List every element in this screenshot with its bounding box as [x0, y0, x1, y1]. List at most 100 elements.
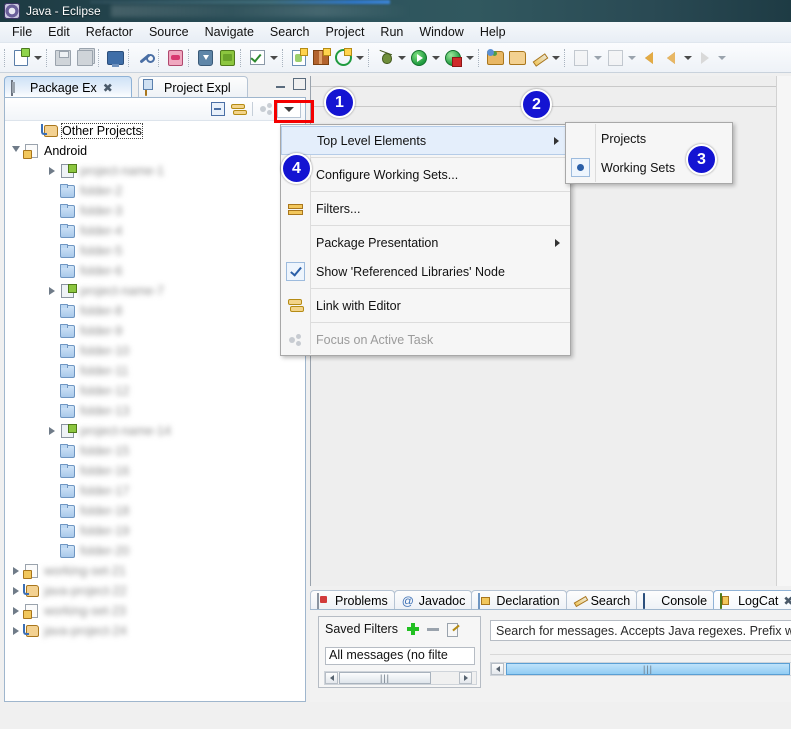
menu-item-filters[interactable]: Filters... [281, 194, 570, 223]
expand-arrow-icon[interactable] [9, 584, 23, 598]
tree-item[interactable]: project-name-14 [5, 421, 305, 441]
open-console-icon[interactable] [104, 46, 126, 70]
search-dropdown-icon[interactable] [550, 46, 562, 70]
menu-item-window[interactable]: Window [411, 23, 471, 41]
menu-item-run[interactable]: Run [372, 23, 411, 41]
tree-item[interactable]: folder-15 [5, 441, 305, 461]
add-filter-icon[interactable] [406, 622, 420, 636]
expand-arrow-icon[interactable] [9, 624, 23, 638]
tree-item[interactable]: folder-8 [5, 301, 305, 321]
annotation-icon[interactable] [570, 46, 592, 70]
run-dropdown-icon[interactable] [430, 46, 442, 70]
expand-arrow-icon[interactable] [45, 424, 59, 438]
back-history-icon[interactable] [660, 46, 682, 70]
close-icon[interactable]: ✖ [783, 594, 791, 608]
tree-item[interactable]: folder-19 [5, 521, 305, 541]
android-avd-manager-icon[interactable] [194, 46, 216, 70]
expand-arrow-icon[interactable] [9, 604, 23, 618]
tree-item[interactable]: folder-5 [5, 241, 305, 261]
tree-item[interactable]: working-set-21 [5, 561, 305, 581]
tree-item[interactable]: java-project-24 [5, 621, 305, 641]
tab-problems[interactable]: Problems [310, 590, 395, 610]
tab-console[interactable]: Console [636, 590, 715, 610]
tree-item[interactable]: folder-20 [5, 541, 305, 561]
open-type-icon[interactable] [484, 46, 506, 70]
maximize-icon[interactable] [293, 78, 306, 90]
android-sdk-manager-icon[interactable] [164, 46, 186, 70]
edit-filter-icon[interactable] [446, 622, 460, 637]
menu-item-package-presentation[interactable]: Package Presentation [281, 228, 570, 257]
tree-item[interactable]: working-set-23 [5, 601, 305, 621]
next-annotation-icon[interactable] [604, 46, 626, 70]
menu-item-top-level-elements[interactable]: Top Level Elements [281, 126, 570, 155]
tree-item[interactable]: Android [5, 141, 305, 161]
menu-item-search[interactable]: Search [262, 23, 318, 41]
menu-item-project[interactable]: Project [318, 23, 373, 41]
back-icon[interactable] [638, 46, 660, 70]
new-file-dropdown-icon[interactable] [32, 46, 44, 70]
run-checked-icon[interactable] [246, 46, 268, 70]
save-all-icon[interactable] [74, 46, 96, 70]
android-device-icon[interactable] [216, 46, 238, 70]
expand-arrow-icon[interactable] [45, 164, 59, 178]
tree-item[interactable]: folder-16 [5, 461, 305, 481]
new-java-package-icon[interactable] [310, 46, 332, 70]
menu-item-help[interactable]: Help [472, 23, 514, 41]
scroll-left-arrow-icon[interactable] [325, 672, 338, 684]
tree-item[interactable]: project-name-1 [5, 161, 305, 181]
open-folder-icon[interactable] [506, 46, 528, 70]
tree-item[interactable]: Other Projects [5, 121, 305, 141]
debug-dropdown-icon[interactable] [396, 46, 408, 70]
tab-search[interactable]: Search [565, 590, 638, 610]
menu-item-source[interactable]: Source [141, 23, 197, 41]
menu-item-edit[interactable]: Edit [40, 23, 78, 41]
tree-item[interactable]: folder-10 [5, 341, 305, 361]
run-icon[interactable] [408, 46, 430, 70]
link-with-editor-icon[interactable] [228, 100, 248, 118]
back-dropdown-icon[interactable] [682, 46, 694, 70]
run-checked-dropdown-icon[interactable] [268, 46, 280, 70]
scroll-right-arrow-icon[interactable] [459, 672, 472, 684]
tree-item[interactable]: folder-9 [5, 321, 305, 341]
tree-item[interactable]: folder-18 [5, 501, 305, 521]
logcat-search-input[interactable]: Search for messages. Accepts Java regexe… [490, 620, 791, 641]
tree-item[interactable]: folder-3 [5, 201, 305, 221]
tree-item[interactable]: folder-11 [5, 361, 305, 381]
expand-arrow-icon[interactable] [45, 284, 59, 298]
menu-item-refactor[interactable]: Refactor [78, 23, 141, 41]
run-target-dropdown-icon[interactable] [354, 46, 366, 70]
minimize-icon[interactable] [274, 78, 287, 90]
annotation-dropdown-icon[interactable] [592, 46, 604, 70]
menu-item-file[interactable]: File [4, 23, 40, 41]
tab-javadoc[interactable]: @ Javadoc [393, 590, 473, 610]
collapse-all-icon[interactable] [208, 100, 228, 118]
tab-project-explorer[interactable]: Project Expl [138, 76, 248, 98]
menu-item-show-referenced-libraries[interactable]: Show 'Referenced Libraries' Node [281, 257, 570, 286]
run-coverage-icon[interactable] [442, 46, 464, 70]
tree-item[interactable]: folder-6 [5, 261, 305, 281]
remove-filter-icon[interactable] [426, 622, 440, 636]
run-coverage-dropdown-icon[interactable] [464, 46, 476, 70]
tree-item[interactable]: folder-4 [5, 221, 305, 241]
scroll-thumb[interactable]: ||| [339, 672, 431, 684]
forward-dropdown-icon[interactable] [716, 46, 728, 70]
skip-breakpoints-icon[interactable] [134, 46, 156, 70]
menu-item-configure-working-sets[interactable]: Configure Working Sets... [281, 160, 570, 189]
tree-item[interactable]: java-project-22 [5, 581, 305, 601]
new-java-class-icon[interactable] [288, 46, 310, 70]
tab-package-explorer[interactable]: Package Ex ✖ [4, 76, 132, 98]
tree-item[interactable]: folder-13 [5, 401, 305, 421]
debug-icon[interactable] [374, 46, 396, 70]
tree-item[interactable]: folder-12 [5, 381, 305, 401]
scroll-thumb[interactable]: ||| [506, 663, 790, 675]
next-annotation-dropdown-icon[interactable] [626, 46, 638, 70]
new-file-icon[interactable] [10, 46, 32, 70]
tree-item[interactable]: folder-17 [5, 481, 305, 501]
scroll-left-arrow-icon[interactable] [491, 663, 504, 675]
run-target-icon[interactable] [332, 46, 354, 70]
menu-item-navigate[interactable]: Navigate [197, 23, 262, 41]
collapse-arrow-icon[interactable] [9, 144, 23, 158]
tab-declaration[interactable]: Declaration [471, 590, 567, 610]
menu-item-link-with-editor[interactable]: Link with Editor [281, 291, 570, 320]
expand-arrow-icon[interactable] [9, 564, 23, 578]
